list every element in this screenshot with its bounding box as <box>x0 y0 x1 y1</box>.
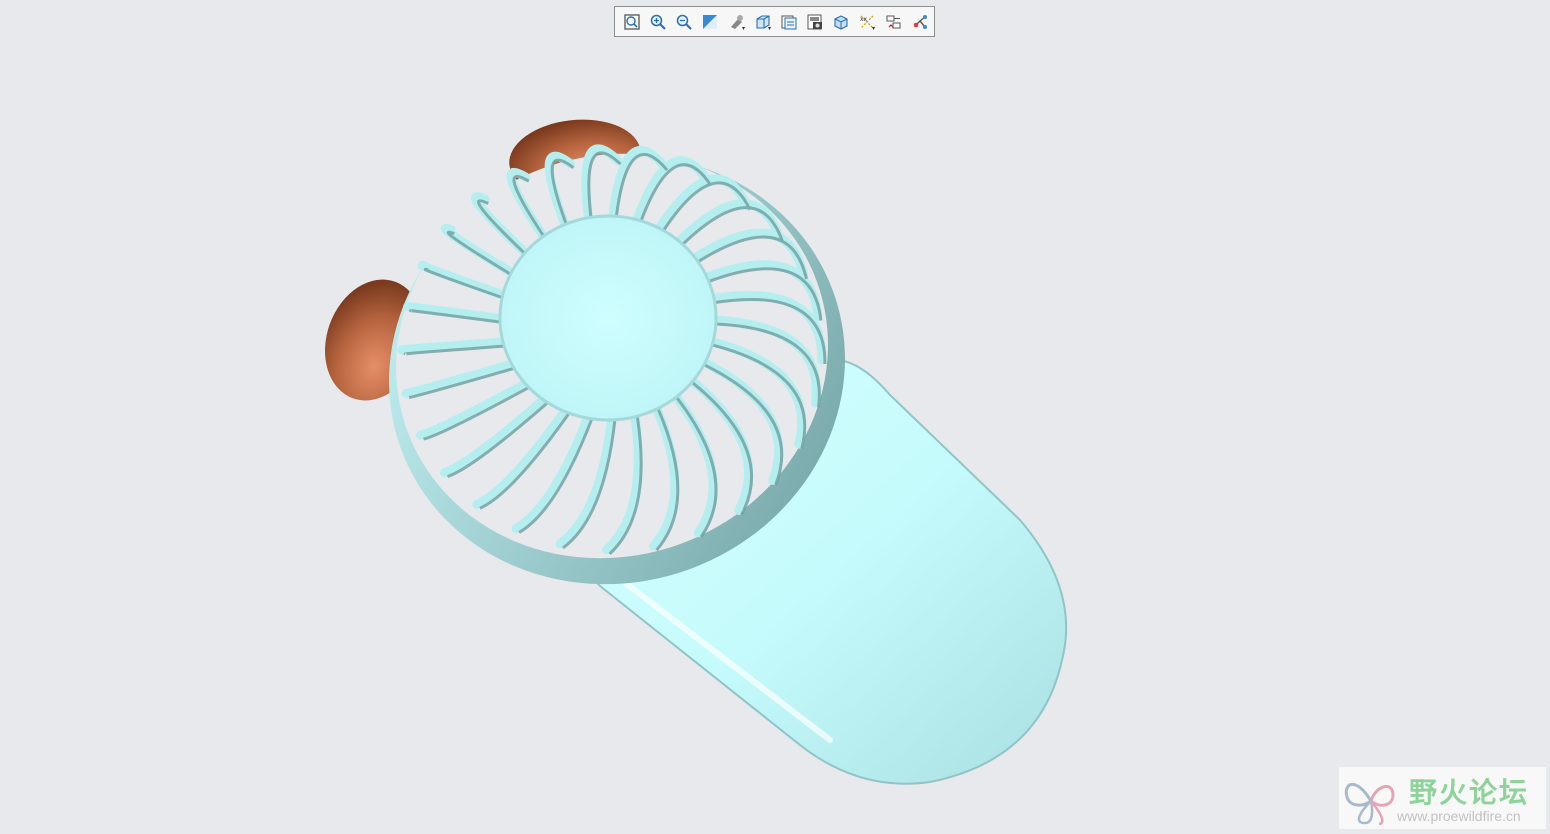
zoom-in-icon <box>650 14 666 30</box>
annotation-display-icon <box>886 15 901 28</box>
svg-text:xx: xx <box>860 16 868 23</box>
saved-orientations-button[interactable] <box>751 10 775 34</box>
appearance-icon <box>834 14 848 30</box>
spin-center-button[interactable] <box>908 10 932 34</box>
display-style-button[interactable] <box>725 10 749 34</box>
datum-display-button[interactable]: xx <box>856 10 880 34</box>
view-manager-icon <box>781 15 797 29</box>
view-manager-button[interactable] <box>777 10 801 34</box>
spin-center-icon <box>913 14 927 29</box>
annotation-display-button[interactable] <box>882 10 906 34</box>
zoom-out-button[interactable] <box>672 10 696 34</box>
zoom-out-icon <box>677 14 692 30</box>
display-style-icon <box>730 14 745 30</box>
butterfly-logo-icon <box>1344 782 1395 826</box>
section-button[interactable] <box>803 10 827 34</box>
graphics-window[interactable]: xx 野火论坛 www.proewildfire.cn <box>0 0 1550 834</box>
watermark-url: www.proewildfire.cn <box>1397 808 1521 824</box>
refit-icon <box>624 13 640 30</box>
refit-button[interactable] <box>620 10 644 34</box>
repaint-button[interactable] <box>699 10 723 34</box>
repaint-icon <box>703 14 718 29</box>
watermark-title: 野火论坛 <box>1409 776 1530 809</box>
datum-display-icon: xx <box>860 15 876 30</box>
forum-watermark: 野火论坛 www.proewildfire.cn <box>1339 767 1546 829</box>
zoom-in-button[interactable] <box>646 10 670 34</box>
saved-orientations-icon <box>756 14 771 30</box>
fan-model-3d[interactable] <box>0 0 1550 834</box>
section-icon <box>807 14 823 29</box>
fan-hub <box>498 214 718 422</box>
view-toolbar: xx <box>614 6 935 37</box>
appearance-button[interactable] <box>829 10 853 34</box>
